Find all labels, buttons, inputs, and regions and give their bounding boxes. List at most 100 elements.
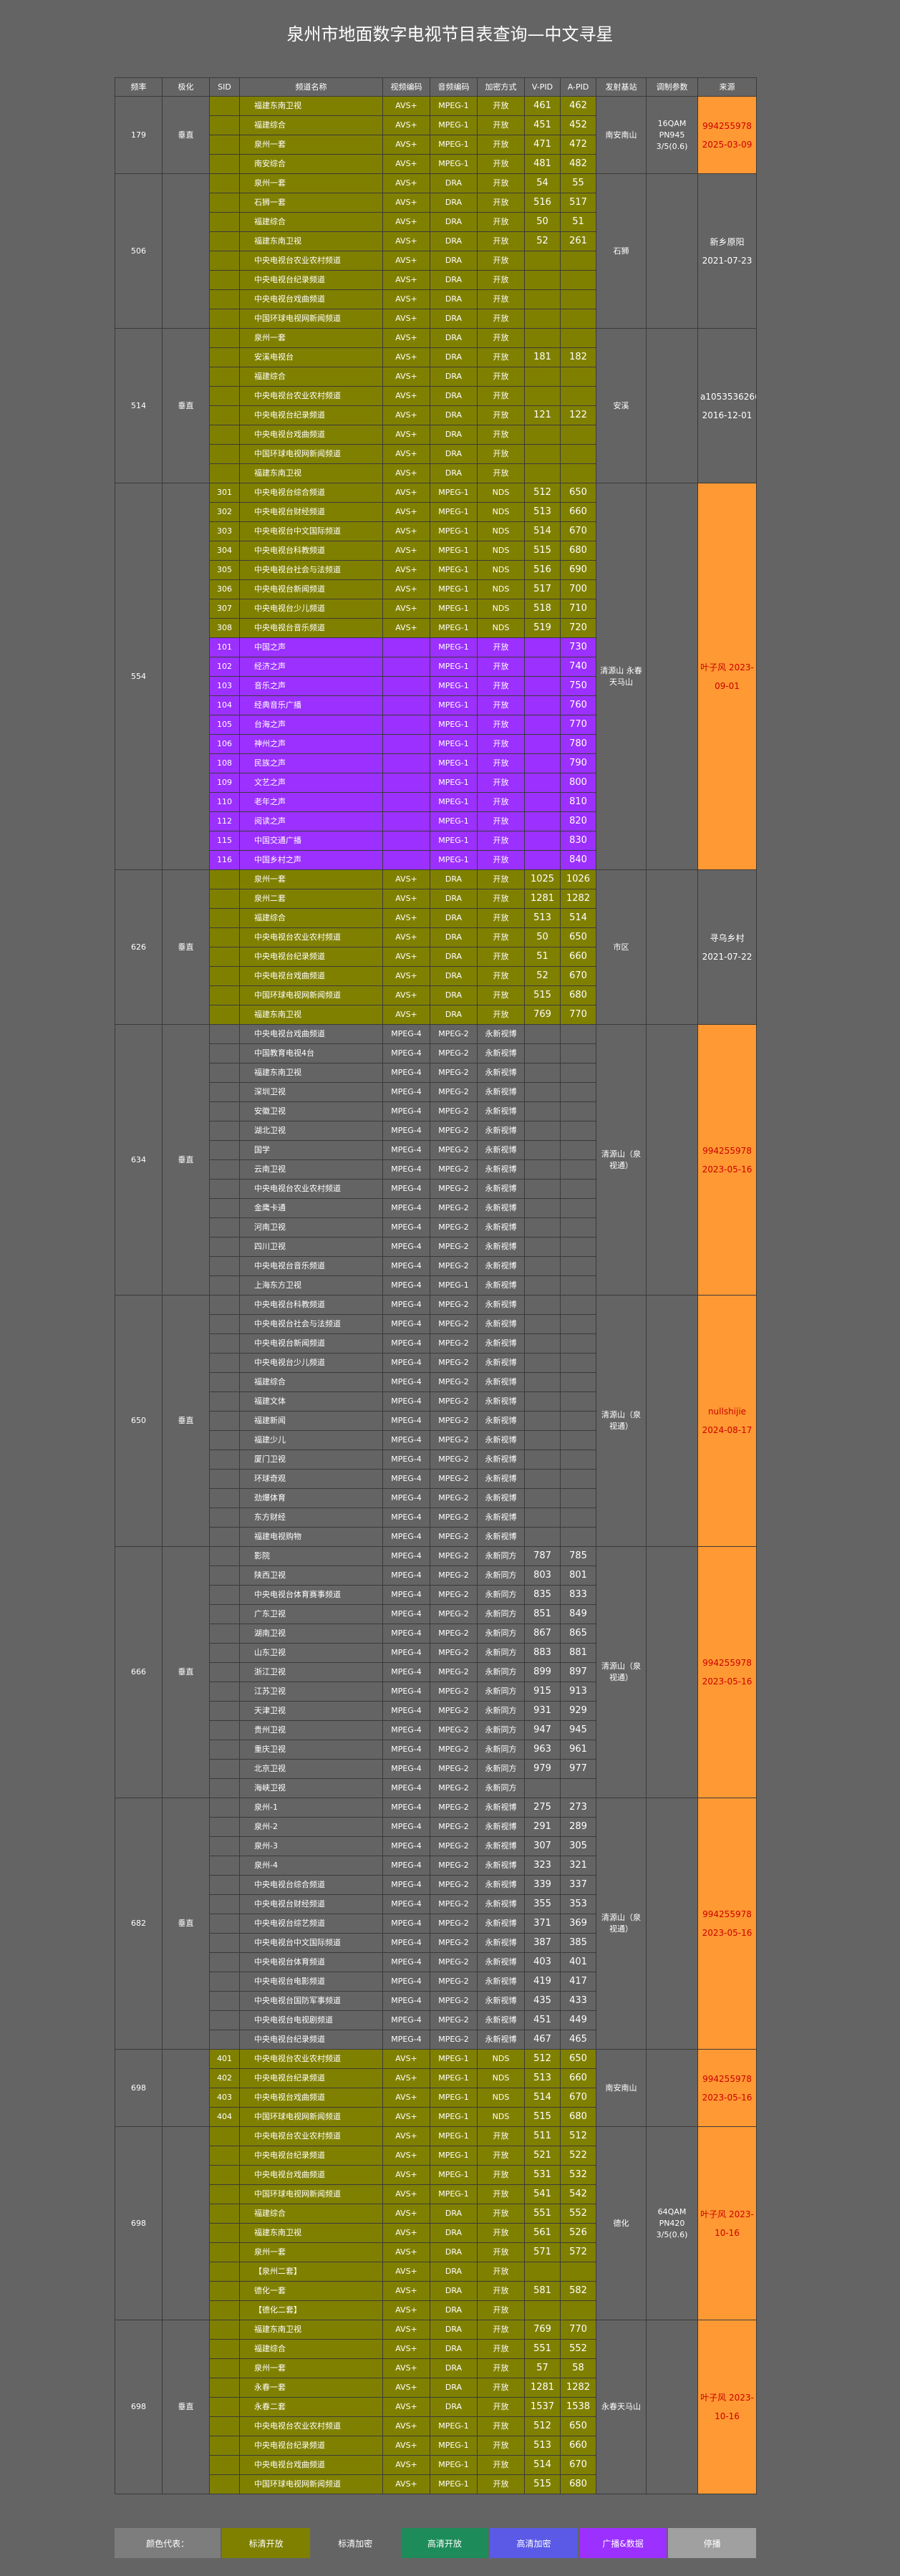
table-row[interactable]: 554 301 中央电视台综合频道 AVS+ MPEG-1 NDS 512 650 清源山 永春… — [115, 483, 757, 870]
sid-cell: 108 — [209, 753, 240, 773]
encryption-cell: 永新视博 — [477, 1024, 525, 1044]
table-row[interactable]: 626 垂直 泉州一套 AVS+ DRA 开放 1025 1026 市区 寻乌乡村 2021-07… — [115, 869, 757, 1025]
apid-cell — [560, 1159, 596, 1180]
polarization-cell: 垂直 — [162, 1024, 210, 1296]
apid-cell: 401 — [560, 1952, 596, 1972]
video-codec-cell: AVS+ — [382, 2416, 430, 2436]
channel-name-cell: 福建东南卫视 — [239, 1063, 383, 1083]
vpid-cell: 551 — [524, 2339, 561, 2359]
vpid-cell: 899 — [524, 1662, 561, 1682]
table-row[interactable]: 698 垂直 福建东南卫视 AVS+ DRA 开放 769 770 永春天马山 叶子风 2023-… — [115, 2320, 757, 2494]
apid-cell: 532 — [560, 2165, 596, 2185]
audio-codec-cell: MPEG-2 — [430, 1566, 478, 1586]
video-codec-cell: MPEG-4 — [382, 2030, 430, 2050]
source-cell: 994255978 2023-05-16 — [697, 1546, 757, 1798]
video-codec-cell: MPEG-4 — [382, 1372, 430, 1392]
video-codec-cell: MPEG-4 — [382, 1991, 430, 2011]
video-codec-cell — [382, 850, 430, 870]
audio-codec-cell: DRA — [430, 193, 478, 213]
apid-cell: 650 — [560, 927, 596, 947]
apid-cell: 572 — [560, 2242, 596, 2262]
apid-cell: 913 — [560, 1682, 596, 1702]
apid-cell: 526 — [560, 2223, 596, 2243]
encryption-cell: 永新同方 — [477, 1778, 525, 1798]
vpid-cell — [524, 1082, 561, 1102]
vpid-cell — [524, 695, 561, 715]
audio-codec-cell: MPEG-1 — [430, 502, 478, 522]
video-codec-cell — [382, 695, 430, 715]
channel-name-cell: 安溪电视台 — [239, 347, 383, 367]
vpid-cell: 403 — [524, 1952, 561, 1972]
audio-codec-cell: MPEG-1 — [430, 657, 478, 677]
video-codec-cell: MPEG-4 — [382, 1140, 430, 1160]
sid-cell — [209, 309, 240, 329]
col-vcodec-header: 视频编码 — [382, 77, 430, 97]
table-row[interactable]: 179 垂直 福建东南卫视 AVS+ MPEG-1 开放 461 462 南安南山 16QAM P… — [115, 96, 757, 174]
col-apid-header: A-PID — [560, 77, 596, 97]
encryption-cell: 永新视博 — [477, 2030, 525, 2050]
channel-name-cell: 贵州卫视 — [239, 1720, 383, 1740]
audio-codec-cell: MPEG-1 — [430, 599, 478, 619]
vpid-cell — [524, 251, 561, 271]
apid-cell — [560, 444, 596, 464]
vpid-cell: 435 — [524, 1991, 561, 2011]
table-row[interactable]: 698 401 中央电视台农业农村频道 AVS+ MPEG-1 NDS 512 650 南安南山… — [115, 2049, 757, 2127]
apid-cell: 552 — [560, 2339, 596, 2359]
table-row[interactable]: 506 泉州一套 AVS+ DRA 开放 54 55 石狮 新乡原阳 2021-07-23 — [115, 173, 757, 329]
encryption-cell: 开放 — [477, 347, 525, 367]
audio-codec-cell: MPEG-1 — [430, 115, 478, 135]
sid-cell — [209, 1856, 240, 1876]
audio-codec-cell: MPEG-1 — [430, 2436, 478, 2456]
table-row[interactable]: 514 垂直 泉州一套 AVS+ DRA 开放 安溪 a1053536266 2016-12-… — [115, 328, 757, 483]
video-codec-cell: AVS+ — [382, 251, 430, 271]
sid-cell — [209, 115, 240, 135]
vpid-cell: 515 — [524, 2107, 561, 2127]
video-codec-cell: MPEG-4 — [382, 1101, 430, 1121]
video-codec-cell: MPEG-4 — [382, 1566, 430, 1586]
apid-cell: 660 — [560, 2436, 596, 2456]
audio-codec-cell: MPEG-2 — [430, 1488, 478, 1508]
apid-cell: 750 — [560, 676, 596, 696]
encryption-cell: 开放 — [477, 2300, 525, 2320]
vpid-cell: 355 — [524, 1894, 561, 1914]
table-row[interactable]: 698 中央电视台农业农村频道 AVS+ MPEG-1 开放 511 512 德化 64QAM … — [115, 2126, 757, 2320]
video-codec-cell: MPEG-4 — [382, 1508, 430, 1528]
video-codec-cell: AVS+ — [382, 328, 430, 348]
apid-cell: 790 — [560, 753, 596, 773]
sid-cell: 110 — [209, 792, 240, 812]
audio-codec-cell: MPEG-1 — [430, 695, 478, 715]
vpid-cell: 963 — [524, 1740, 561, 1760]
apid-cell — [560, 1295, 596, 1315]
vpid-cell — [524, 1411, 561, 1431]
audio-codec-cell: DRA — [430, 2358, 478, 2378]
encryption-cell: 永新同方 — [477, 1720, 525, 1740]
audio-codec-cell: MPEG-2 — [430, 1140, 478, 1160]
table-row[interactable]: 682 垂直 泉州-1 MPEG-4 MPEG-2 永新视博 275 273 清源山（泉视通） 9… — [115, 1798, 757, 2050]
audio-codec-cell: MPEG-2 — [430, 1391, 478, 1412]
sid-cell — [209, 2030, 240, 2050]
sid-cell — [209, 193, 240, 213]
sid-cell — [209, 251, 240, 271]
audio-codec-cell: MPEG-2 — [430, 1121, 478, 1141]
sid-cell — [209, 2416, 240, 2436]
video-codec-cell: MPEG-4 — [382, 1972, 430, 1992]
video-codec-cell: AVS+ — [382, 1005, 430, 1025]
apid-cell: 514 — [560, 908, 596, 928]
legend-item: 广播&数据 — [577, 2528, 667, 2558]
table-row[interactable]: 650 垂直 中央电视台科教频道 MPEG-4 MPEG-2 永新视博 清源山（泉视通） nu… — [115, 1295, 757, 1547]
video-codec-cell: AVS+ — [382, 541, 430, 561]
channel-name-cell: 泉州一套 — [239, 2358, 383, 2378]
table-row[interactable]: 666 垂直 影院 MPEG-4 MPEG-2 永新同方 787 785 清源山（泉视通） 994… — [115, 1546, 757, 1798]
vpid-cell: 291 — [524, 1817, 561, 1837]
table-row[interactable]: 634 垂直 中央电视台戏曲频道 MPEG-4 MPEG-2 永新视博 清源山（泉视通） 99… — [115, 1024, 757, 1296]
channel-name-cell: 中央电视台科教频道 — [239, 541, 383, 561]
video-codec-cell: AVS+ — [382, 425, 430, 445]
vpid-cell: 515 — [524, 2474, 561, 2494]
video-codec-cell: AVS+ — [382, 2358, 430, 2378]
channel-name-cell: 永春一套 — [239, 2378, 383, 2398]
video-codec-cell — [382, 792, 430, 812]
encryption-cell: 永新视博 — [477, 1121, 525, 1141]
apid-cell — [560, 1043, 596, 1063]
audio-codec-cell: DRA — [430, 2242, 478, 2262]
apid-cell: 740 — [560, 657, 596, 677]
